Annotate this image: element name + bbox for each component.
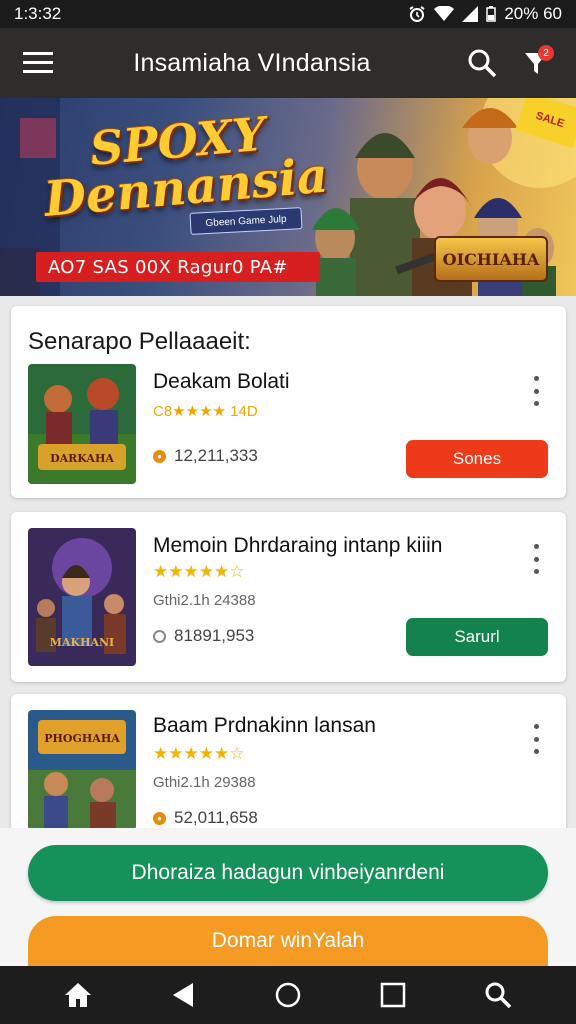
circle-icon [275,982,301,1008]
banner-game-badge: OICHIAHA [434,236,548,282]
game-rating: ★★★★★☆ [153,562,244,582]
notifications-button[interactable]: 2 [516,43,556,83]
search-button[interactable] [462,43,502,83]
home-nav-button[interactable] [54,971,102,1019]
game-downloads: 81891,953 [153,626,254,646]
game-rating: ★★★★★☆ [153,744,244,764]
thumb-text: PHOGHAHA [44,732,120,745]
game-thumbnail[interactable]: MAKHANI [28,528,136,666]
game-title[interactable]: Baam Prdnakinn lansan [153,714,376,738]
game-rating: C8★★★★ 14D [153,403,258,420]
game-action-button[interactable]: Sones [406,440,548,478]
more-options-button[interactable] [526,376,546,406]
more-options-button[interactable] [526,544,546,574]
thumb-text: MAKHANI [50,636,114,649]
game-thumbnail-art: MAKHANI [28,528,136,666]
wifi-icon [434,6,455,21]
game-downloads: ● 12,211,333 [153,446,258,466]
game-action-button[interactable]: Sarurl [406,618,548,656]
game-thumbnail-art: PHOGHAHA [28,710,136,828]
signal-icon [462,6,479,22]
promo-banner[interactable]: SPOXY Dennansia Gbeen Game Julp AO7 SAS … [0,98,576,296]
back-nav-button[interactable] [159,971,207,1019]
section-title: Senarapo Pellaaaeit: [28,328,251,355]
downloads-count: 12,211,333 [174,446,258,465]
square-icon [380,982,406,1008]
more-options-button[interactable] [526,724,546,754]
home-icon [65,983,92,1007]
rating-stars: ★★★★★☆ [153,562,245,581]
bottom-action-panel: Dhoraiza hadagun vinbeiyanrdeni Domar wi… [0,828,576,966]
game-thumbnail[interactable]: DARKAHA [28,364,136,484]
search-nav-button[interactable] [474,971,522,1019]
downloads-icon: ● [153,811,166,825]
game-card: MAKHANI Memoin Dhrdaraing intanp kiiin ★… [11,512,566,682]
banner-promo-text: AO7 SAS 00X Ragur0 PA# [36,252,320,282]
featured-section-card: Senarapo Pellaaaeit: DARKAHA Deakam Bola… [11,306,566,498]
thumb-text: DARKAHA [50,452,114,465]
system-nav-bar [0,966,576,1024]
downloads-count: 81891,953 [174,626,255,645]
game-card: PHOGHAHA Baam Prdnakinn lansan ★★★★★☆ Gt… [11,694,566,828]
game-thumbnail-art: DARKAHA [28,364,136,484]
battery-icon [486,6,497,22]
hamburger-icon [23,52,53,73]
search-icon [485,982,511,1009]
game-thumbnail[interactable]: PHOGHAHA [28,710,136,828]
primary-cta-button[interactable]: Dhoraiza hadagun vinbeiyanrdeni [28,845,548,901]
status-bar: 1:3:32 20% 60 [0,0,576,28]
home-circle-nav-button[interactable] [264,971,312,1019]
app-bar: Insamiaha VIndansia 2 [0,28,576,98]
status-time: 1:3:32 [14,4,62,23]
status-battery-text: 20% 60 [504,4,562,23]
game-downloads: ● 52,011,658 [153,808,258,828]
rating-stars: ★★★★★☆ [153,744,245,763]
recents-nav-button[interactable] [369,971,417,1019]
clock-icon [153,629,166,643]
menu-button[interactable] [20,45,56,81]
app-title: Insamiaha VIndansia [133,48,371,77]
search-icon [468,49,497,78]
game-title[interactable]: Memoin Dhrdaraing intanp kiiin [153,534,442,558]
status-icons: 20% 60 [408,4,562,24]
game-title[interactable]: Deakam Bolati [153,370,290,394]
alarm-icon [409,6,425,22]
game-meta: Gthi2.1h 29388 [153,774,256,791]
downloads-count: 52,011,658 [174,808,258,827]
game-meta: Gthi2.1h 24388 [153,592,256,609]
back-icon [173,983,194,1007]
notification-badge: 2 [538,45,554,61]
secondary-cta-button[interactable]: Domar winYalah [28,916,548,966]
game-list: Senarapo Pellaaaeit: DARKAHA Deakam Bola… [0,296,576,828]
downloads-icon: ● [153,449,166,463]
